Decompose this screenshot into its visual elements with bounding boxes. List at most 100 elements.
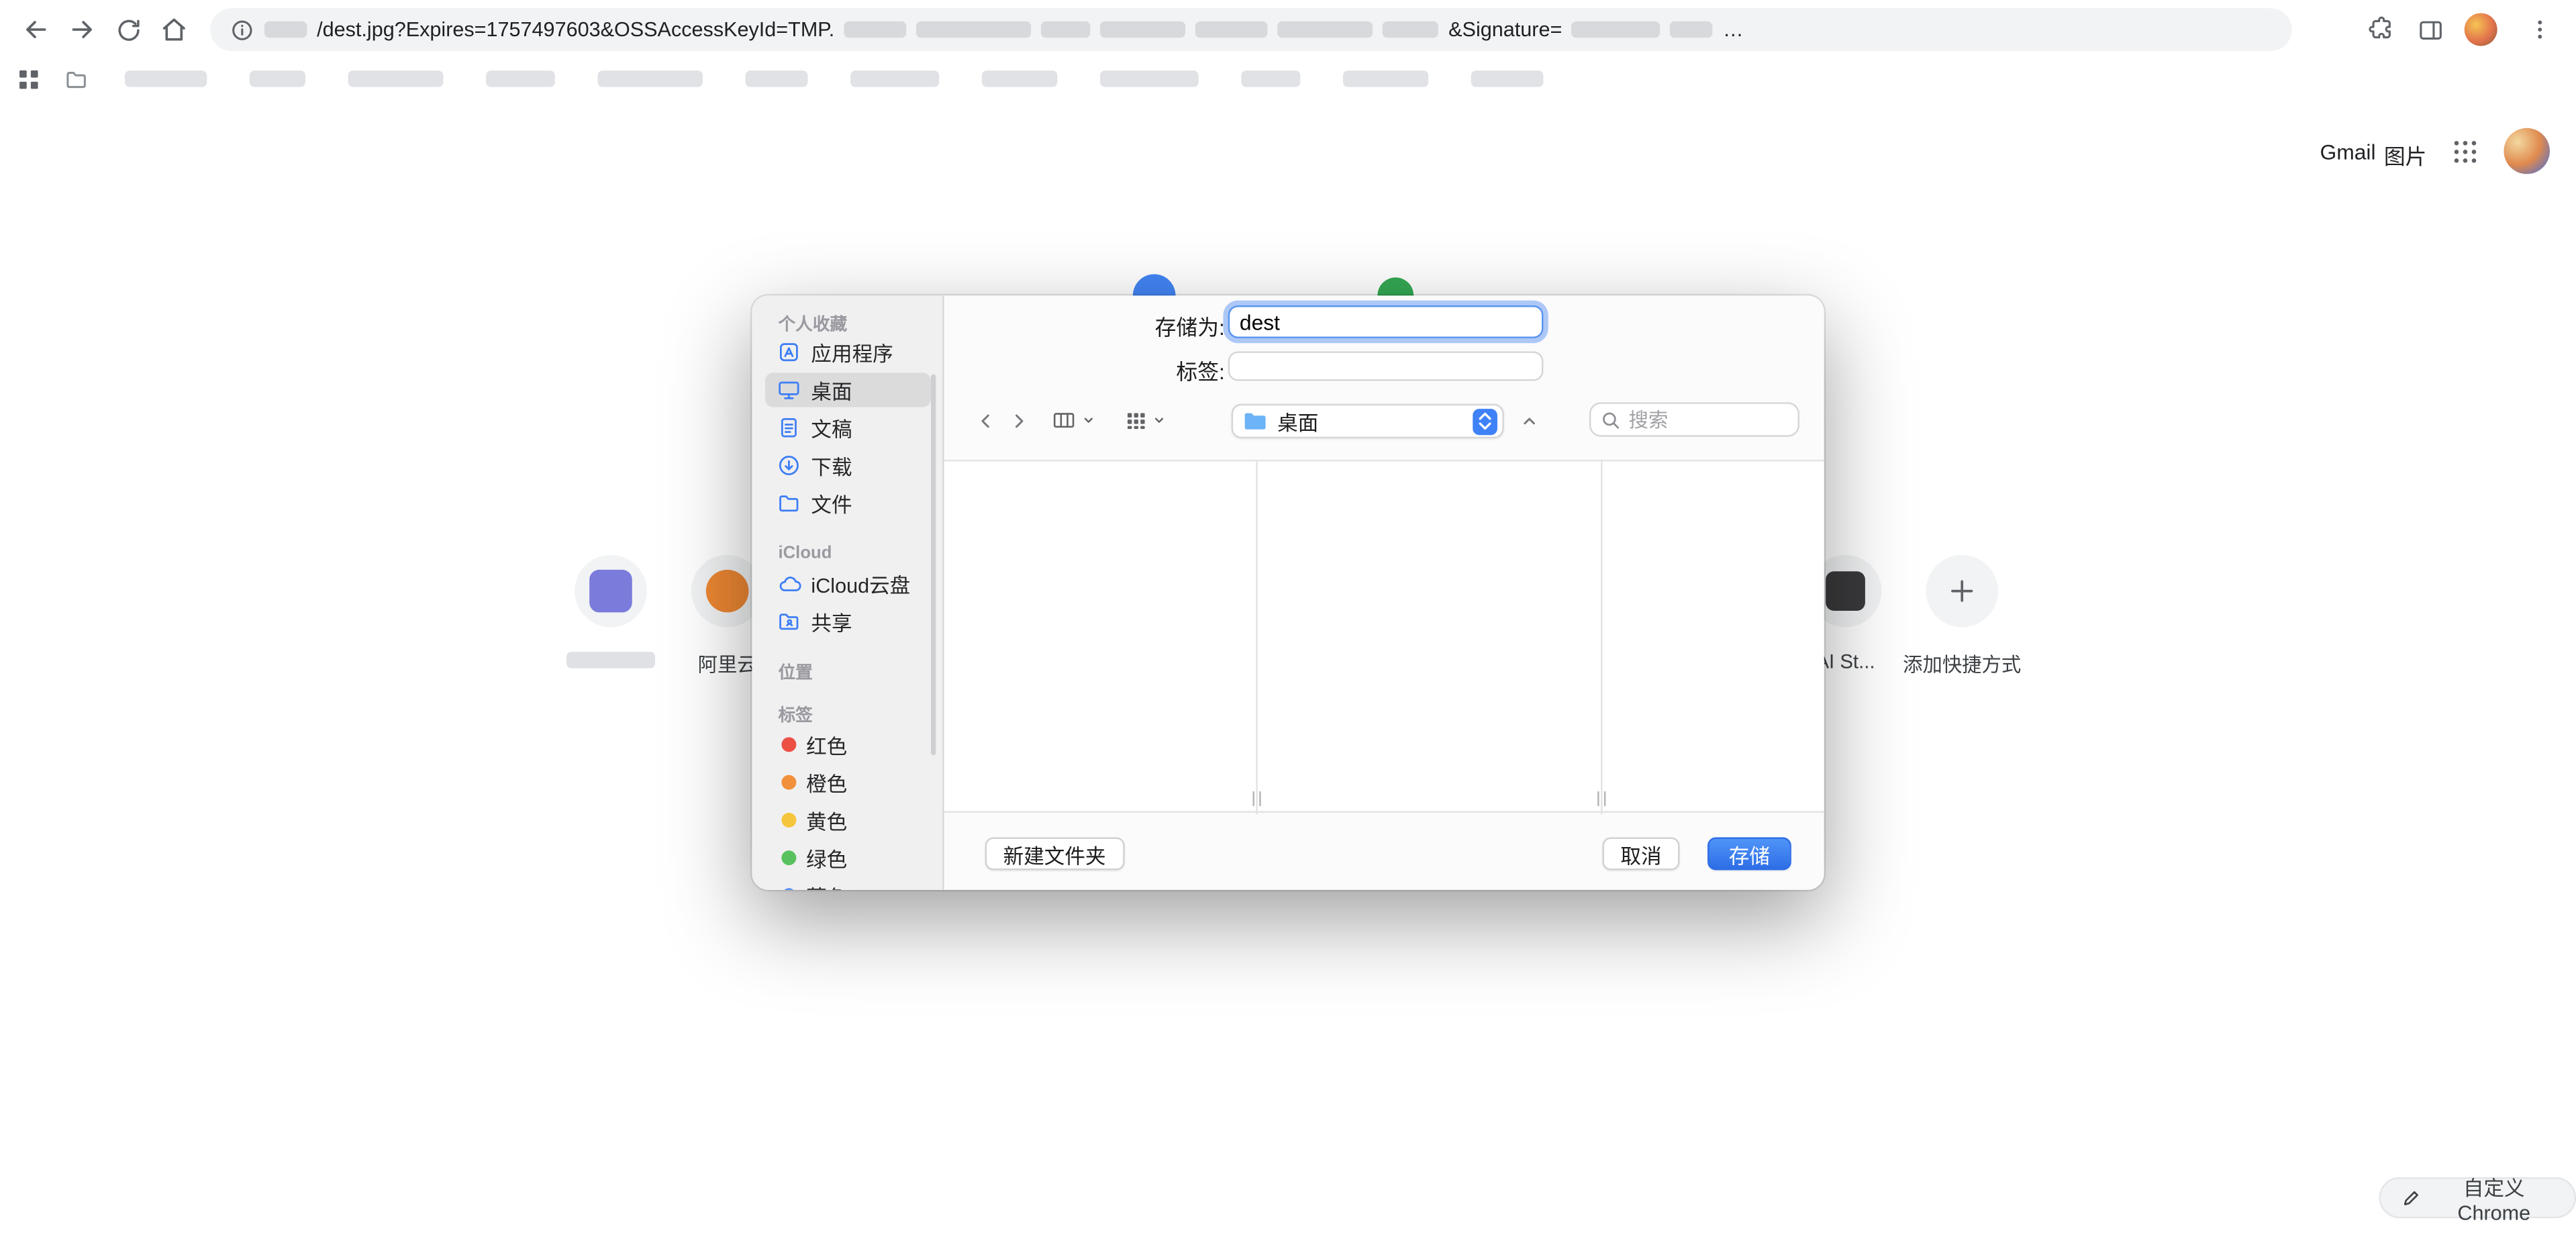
search-field[interactable]	[1589, 402, 1800, 437]
sidebar-item-label: 文件	[811, 494, 852, 517]
add-shortcut-tile[interactable]: 添加快捷方式	[1890, 554, 2034, 678]
redacted-url-segment	[916, 21, 1032, 38]
bookmark-item[interactable]	[249, 70, 305, 87]
customize-chrome-button[interactable]: 自定义 Chrome	[2379, 1177, 2576, 1225]
bookmark-item[interactable]	[1241, 70, 1301, 87]
new-folder-button[interactable]: 新建文件夹	[985, 837, 1124, 871]
location-folder-icon	[1243, 411, 1268, 432]
plus-icon	[1926, 554, 1999, 628]
sidebar-item-shared[interactable]: 共享	[765, 604, 931, 638]
bookmark-item[interactable]	[745, 70, 808, 87]
bookmark-item[interactable]	[850, 70, 940, 87]
tag-label: 绿色	[806, 848, 848, 872]
redacted-url-segment	[1195, 21, 1269, 38]
favorites-header: 个人收藏	[778, 315, 848, 336]
cancel-button[interactable]: 取消	[1602, 837, 1680, 871]
bookmark-item[interactable]	[124, 70, 207, 87]
view-columns-control[interactable]	[1046, 404, 1098, 437]
sidebar-item-label: iCloud云盘	[811, 575, 911, 598]
icloud-header: iCloud	[778, 543, 832, 564]
applications-icon	[777, 340, 801, 364]
documents-icon	[777, 415, 801, 440]
column-resize-handle[interactable]	[1597, 791, 1606, 807]
url-text-signature: &Signature=	[1448, 17, 1563, 42]
save-dialog: 个人收藏 应用程序 桌面 文稿 下载 文件 iCloud iCloud云盘 共享…	[752, 295, 1824, 890]
redacted-url-segment	[1572, 21, 1661, 38]
search-input[interactable]	[1628, 407, 1788, 432]
profile-avatar[interactable]	[2458, 7, 2504, 52]
shared-folder-icon	[777, 609, 801, 634]
sidebar-tag-yellow[interactable]: 黄色	[765, 803, 931, 837]
sidebar-item-files[interactable]: 文件	[765, 486, 931, 520]
reload-icon[interactable]	[105, 7, 151, 52]
bookmark-item[interactable]	[1342, 70, 1429, 87]
sidebar-item-documents[interactable]: 文稿	[765, 411, 931, 445]
sidebar-item-label: 共享	[811, 612, 852, 636]
redacted-url-segment	[1100, 21, 1186, 38]
side-panel-icon[interactable]	[2407, 7, 2453, 52]
sidebar-tag-orange[interactable]: 橙色	[765, 765, 931, 799]
bookmark-item[interactable]	[348, 70, 444, 87]
icloud-icon	[777, 571, 801, 596]
gmail-link[interactable]: Gmail	[2320, 140, 2375, 164]
save-as-label: 存储为:	[1154, 315, 1225, 340]
apps-grid-icon[interactable]	[16, 66, 41, 91]
view-grid-control[interactable]	[1120, 404, 1169, 437]
save-button[interactable]: 存储	[1707, 837, 1791, 871]
tag-label: 蓝色	[806, 880, 847, 890]
tags-label: 标签:	[1176, 359, 1225, 385]
tags-input[interactable]	[1228, 351, 1544, 381]
bookmark-item[interactable]	[1099, 70, 1199, 87]
bookmarks-folder-icon[interactable]	[64, 66, 89, 91]
redacted-url-segment	[1277, 21, 1373, 38]
sidebar-item-label: 下载	[811, 456, 852, 480]
account-avatar[interactable]	[2504, 128, 2550, 175]
bookmark-item[interactable]	[486, 70, 555, 87]
file-browser-column[interactable]	[1602, 461, 1824, 814]
nav-forward-icon[interactable]	[1005, 405, 1033, 435]
column-separator	[1256, 461, 1258, 815]
redacted-url-segment	[1041, 21, 1091, 38]
tag-dot-red	[781, 737, 797, 752]
sidebar-item-downloads[interactable]: 下载	[765, 448, 931, 483]
file-browser-column[interactable]	[1258, 461, 1601, 814]
sidebar-tag-green[interactable]: 绿色	[765, 840, 931, 875]
redacted-text	[566, 652, 656, 668]
sidebar-item-icloud-drive[interactable]: iCloud云盘	[765, 566, 931, 601]
sidebar-item-desktop[interactable]: 桌面	[764, 373, 931, 407]
home-icon[interactable]	[151, 7, 197, 52]
pencil-icon	[2400, 1187, 2422, 1209]
google-apps-grid-icon[interactable]	[2451, 138, 2479, 166]
locations-header: 位置	[778, 663, 813, 683]
sidebar-item-label: 应用程序	[811, 343, 893, 366]
tag-label: 红色	[806, 735, 848, 759]
sidebar-item-applications[interactable]: 应用程序	[765, 335, 931, 369]
sidebar-item-label: 桌面	[811, 381, 852, 404]
file-browser-column[interactable]	[944, 461, 1256, 814]
shortcut-icon	[575, 554, 647, 628]
location-dropdown[interactable]: 桌面	[1231, 403, 1504, 439]
bookmark-item[interactable]	[1471, 70, 1544, 87]
images-link[interactable]: 图片	[2384, 140, 2427, 170]
tag-dot-orange	[781, 775, 797, 790]
filename-input[interactable]	[1228, 305, 1544, 338]
menu-kebab-icon[interactable]	[2517, 7, 2563, 52]
nav-back-icon[interactable]	[972, 405, 1000, 435]
chevron-down-icon	[1083, 417, 1092, 423]
sidebar-scrollbar[interactable]	[930, 374, 936, 756]
forward-icon[interactable]	[59, 7, 105, 52]
sidebar-tag-blue[interactable]: 蓝色	[765, 879, 931, 890]
sidebar-tag-red[interactable]: 红色	[765, 728, 931, 762]
back-icon[interactable]	[13, 7, 59, 52]
address-bar[interactable]: /dest.jpg?Expires=1757497603&OSSAccessKe…	[210, 8, 2292, 51]
column-separator	[1601, 461, 1603, 815]
bookmark-item[interactable]	[597, 70, 703, 87]
location-value: 桌面	[1277, 411, 1319, 436]
page-info-icon[interactable]	[230, 17, 254, 42]
collapse-chevron-icon[interactable]	[1514, 405, 1543, 435]
tag-label: 橙色	[806, 773, 848, 797]
extensions-icon[interactable]	[2358, 7, 2404, 52]
column-resize-handle[interactable]	[1252, 791, 1261, 807]
bookmark-item[interactable]	[981, 70, 1058, 87]
stepper-icon	[1473, 407, 1497, 435]
